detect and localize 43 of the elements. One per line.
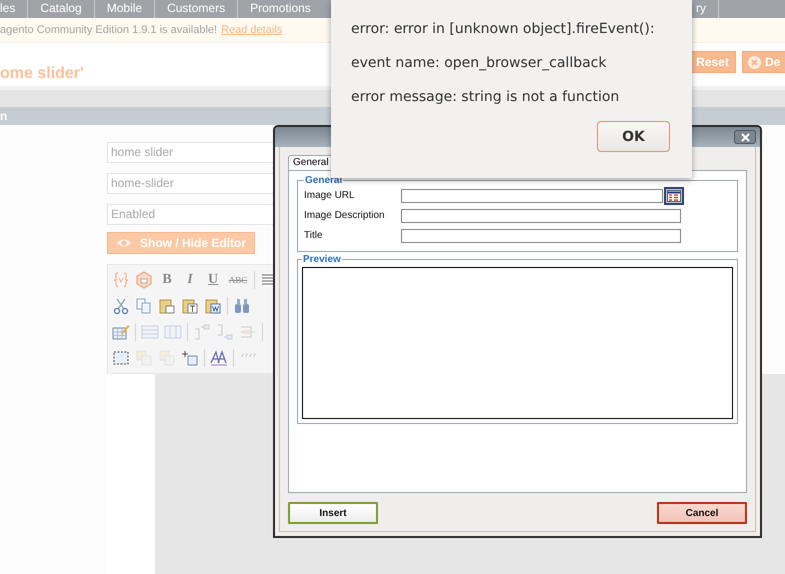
ok-button[interactable]: OK — [597, 121, 670, 152]
close-circle-icon — [747, 54, 762, 70]
table-edit-icon[interactable] — [112, 323, 130, 341]
clipboard-icon[interactable] — [158, 297, 176, 315]
clipboard-word-icon[interactable] — [204, 297, 222, 315]
field-label: Title — [304, 230, 324, 241]
italic-button[interactable]: I — [181, 272, 199, 288]
eye-icon — [116, 237, 132, 249]
page-title: ome slider' — [0, 65, 84, 84]
read-details-link[interactable]: Read details — [221, 24, 282, 36]
selection-frame-icon[interactable] — [112, 349, 130, 367]
insert-button[interactable]: Insert — [288, 502, 378, 524]
crop-icon[interactable] — [181, 349, 199, 367]
clipboard-text-icon[interactable] — [181, 297, 199, 315]
alert-message: event name: open_browser_callback — [351, 54, 608, 73]
text-input[interactable] — [401, 208, 681, 222]
section-title: n — [0, 109, 8, 123]
font-style-icon[interactable] — [210, 349, 228, 367]
bold-button[interactable]: B — [158, 272, 176, 288]
text-input[interactable] — [401, 188, 663, 202]
alert-message: error message: string is not a function — [351, 88, 620, 107]
close-button[interactable] — [734, 130, 756, 144]
field-label: Image Description — [304, 210, 386, 221]
fieldset-legend: Preview — [302, 254, 342, 265]
strikethrough-button[interactable]: ABC — [227, 275, 249, 285]
scissors-icon[interactable] — [112, 297, 130, 315]
dialog-tab[interactable]: General — [288, 155, 334, 170]
alert-message: error: error in [unknown object].fireEvent(): — [351, 20, 656, 39]
copy-icon[interactable] — [135, 297, 153, 315]
browse-button[interactable] — [664, 186, 684, 204]
binoculars-icon[interactable] — [233, 297, 251, 315]
hexagon-icon[interactable] — [135, 271, 153, 289]
reset-button[interactable]: Reset — [689, 51, 736, 74]
cancel-button[interactable]: Cancel — [657, 502, 747, 524]
list-icon — [667, 190, 681, 202]
nav-item[interactable]: les — [0, 0, 28, 18]
show-hide-editor-button[interactable]: Show / Hide Editor — [107, 232, 255, 254]
delete-button[interactable]: De — [742, 51, 785, 74]
close-icon — [740, 132, 750, 142]
fieldset-legend: General — [304, 175, 344, 186]
text-input[interactable] — [401, 228, 681, 242]
underline-button[interactable]: U — [204, 272, 222, 288]
notice-text: agento Community Edition 1.9.1 is available! — [0, 24, 218, 36]
